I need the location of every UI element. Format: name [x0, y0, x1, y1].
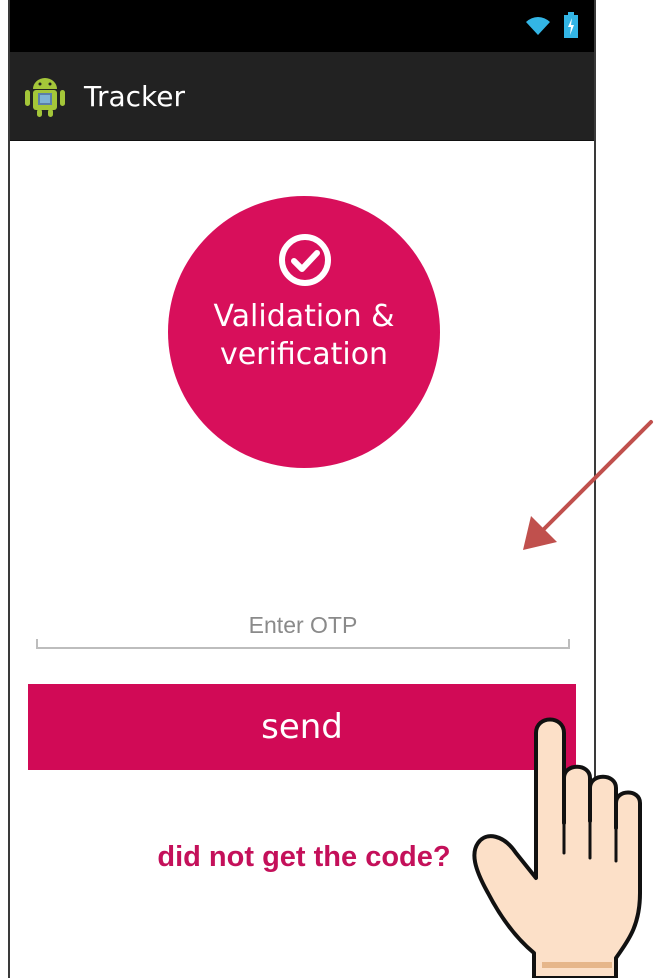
badge-text: Validation & verification	[168, 298, 440, 374]
battery-charging-icon	[564, 12, 578, 38]
action-bar: Tracker	[10, 52, 594, 141]
android-app-icon	[25, 78, 65, 117]
validation-badge: Validation & verification	[168, 196, 440, 468]
hand-pointer-icon	[472, 717, 642, 978]
annotation-arrow-icon	[523, 420, 653, 550]
screenshot-canvas: Tracker Validation & verification send d…	[0, 0, 654, 978]
wifi-icon	[526, 17, 550, 35]
badge-line-1: Validation &	[213, 299, 395, 334]
app-title: Tracker	[84, 80, 186, 113]
otp-input-underline	[36, 639, 570, 649]
status-bar	[10, 0, 594, 52]
check-circle-icon	[279, 234, 331, 286]
badge-line-2: verification	[219, 337, 389, 372]
